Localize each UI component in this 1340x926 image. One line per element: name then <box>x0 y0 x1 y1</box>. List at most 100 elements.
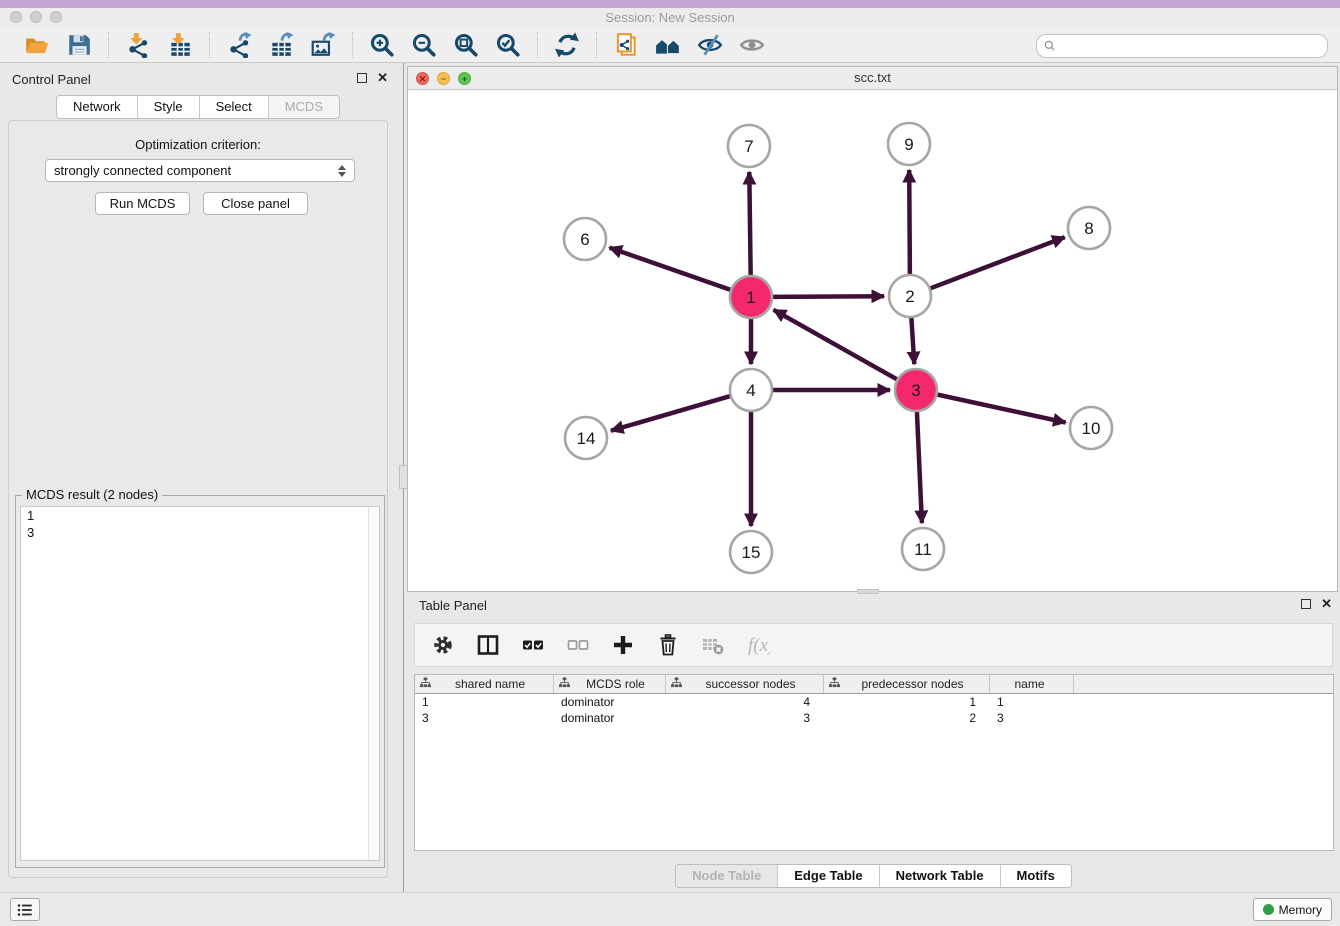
edge-3-10[interactable] <box>935 394 1066 423</box>
clone-network-icon[interactable] <box>611 31 641 59</box>
delete-row-icon[interactable] <box>654 631 682 659</box>
search-input[interactable] <box>1057 36 1327 56</box>
clear-checkboxes-icon[interactable] <box>564 631 592 659</box>
table-cell[interactable]: 1 <box>415 695 554 709</box>
column-header-MCDS-role[interactable]: MCDS role <box>554 675 666 693</box>
zoom-out-icon[interactable] <box>409 31 439 59</box>
gear-icon[interactable] <box>429 631 457 659</box>
search-box[interactable] <box>1036 34 1328 58</box>
table-panel-titlebar: Table Panel ✕ <box>407 595 1340 617</box>
function-builder-icon[interactable]: f(x) <box>744 631 772 659</box>
graph-node-14[interactable]: 14 <box>565 417 607 459</box>
run-mcds-button[interactable]: Run MCDS <box>95 192 190 215</box>
table-cell[interactable]: 1 <box>824 695 990 709</box>
save-session-icon[interactable] <box>64 31 94 59</box>
graph-node-8[interactable]: 8 <box>1068 207 1110 249</box>
show-graphics-details-icon[interactable] <box>695 31 725 59</box>
column-header-successor-nodes[interactable]: successor nodes <box>666 675 824 693</box>
table-cell[interactable]: 3 <box>990 711 1074 725</box>
table-cell[interactable]: 3 <box>666 711 824 725</box>
svg-text:14: 14 <box>577 429 596 448</box>
close-panel-icon[interactable]: ✕ <box>377 72 388 84</box>
float-panel-icon[interactable] <box>357 73 367 83</box>
export-network-icon[interactable] <box>224 31 254 59</box>
tab-select[interactable]: Select <box>199 96 268 118</box>
table-cell[interactable]: 3 <box>415 711 554 725</box>
tab-style[interactable]: Style <box>137 96 199 118</box>
status-bar: Memory <box>0 892 1340 926</box>
tab-network[interactable]: Network <box>57 96 137 118</box>
graph-node-3[interactable]: 3 <box>895 369 937 411</box>
edge-3-1[interactable] <box>774 310 900 381</box>
edge-3-11[interactable] <box>917 409 922 523</box>
network-window-titlebar[interactable]: ✕ − + scc.txt <box>408 67 1337 90</box>
optimization-criterion-select[interactable]: strongly connected component <box>45 159 355 182</box>
node-table[interactable]: shared nameMCDS rolesuccessor nodesprede… <box>414 674 1334 851</box>
mcds-home-icon[interactable] <box>653 31 683 59</box>
export-image-icon[interactable] <box>308 31 338 59</box>
close-table-panel-icon[interactable]: ✕ <box>1321 598 1332 610</box>
tab-motifs[interactable]: Motifs <box>1000 865 1071 887</box>
column-header-name[interactable]: name <box>990 675 1074 693</box>
float-table-panel-icon[interactable] <box>1301 599 1311 609</box>
zoom-selected-icon[interactable] <box>493 31 523 59</box>
import-network-icon[interactable] <box>123 31 153 59</box>
graph-node-2[interactable]: 2 <box>889 275 931 317</box>
result-scrollbar[interactable] <box>368 507 379 860</box>
svg-text:6: 6 <box>580 230 589 249</box>
edge-2-3[interactable] <box>911 315 914 364</box>
table-row[interactable]: 3dominator323 <box>415 710 1333 726</box>
close-panel-button[interactable]: Close panel <box>203 192 308 215</box>
svg-text:15: 15 <box>742 543 761 562</box>
add-row-icon[interactable] <box>609 631 637 659</box>
columns-view-icon[interactable] <box>474 631 502 659</box>
column-header-predecessor-nodes[interactable]: predecessor nodes <box>824 675 990 693</box>
table-cell[interactable]: dominator <box>554 695 666 709</box>
graph-node-7[interactable]: 7 <box>728 125 770 167</box>
graph-node-4[interactable]: 4 <box>730 369 772 411</box>
edge-4-14[interactable] <box>611 395 733 430</box>
table-tabs: Node TableEdge TableNetwork TableMotifs <box>675 864 1072 888</box>
edge-2-9[interactable] <box>909 170 910 277</box>
table-row[interactable]: 1dominator411 <box>415 694 1333 710</box>
graph-node-6[interactable]: 6 <box>564 218 606 260</box>
graph-node-9[interactable]: 9 <box>888 123 930 165</box>
tab-node-table[interactable]: Node Table <box>676 865 777 887</box>
table-cell[interactable]: dominator <box>554 711 666 725</box>
export-table-icon[interactable] <box>266 31 296 59</box>
task-history-button[interactable] <box>10 898 40 921</box>
tab-edge-table[interactable]: Edge Table <box>777 865 878 887</box>
table-header-row: shared nameMCDS rolesuccessor nodesprede… <box>415 675 1333 694</box>
hide-graphics-details-icon[interactable] <box>737 31 767 59</box>
network-canvas[interactable]: 7 9 6 8 1 2 4 3 14 10 15 11 <box>408 90 1337 591</box>
control-panel-tabs: NetworkStyleSelectMCDS <box>56 95 340 119</box>
select-all-checkboxes-icon[interactable] <box>519 631 547 659</box>
table-cell[interactable]: 4 <box>666 695 824 709</box>
graph-node-11[interactable]: 11 <box>902 528 944 570</box>
import-table-icon[interactable] <box>165 31 195 59</box>
result-line: 3 <box>21 524 379 541</box>
delete-table-icon[interactable] <box>699 631 727 659</box>
graph-node-15[interactable]: 15 <box>730 531 772 573</box>
zoom-in-icon[interactable] <box>367 31 397 59</box>
table-cell[interactable]: 2 <box>824 711 990 725</box>
edge-1-6[interactable] <box>610 248 734 291</box>
titlebar[interactable]: Session: New Session <box>0 8 1340 28</box>
zoom-fit-icon[interactable] <box>451 31 481 59</box>
mcds-result-text[interactable]: 13 <box>20 506 380 861</box>
vertical-split-divider[interactable] <box>396 63 407 892</box>
table-cell[interactable]: 1 <box>990 695 1074 709</box>
tab-mcds[interactable]: MCDS <box>268 96 339 118</box>
edge-2-8[interactable] <box>928 237 1065 289</box>
refresh-layout-icon[interactable] <box>552 31 582 59</box>
horizontal-divider-grip[interactable] <box>857 589 879 594</box>
column-header-shared-name[interactable]: shared name <box>415 675 554 693</box>
tab-network-table[interactable]: Network Table <box>879 865 1000 887</box>
memory-button[interactable]: Memory <box>1253 898 1332 921</box>
edge-1-7[interactable] <box>749 172 750 278</box>
open-file-icon[interactable] <box>22 31 52 59</box>
graph-node-10[interactable]: 10 <box>1070 407 1112 449</box>
graph-node-1[interactable]: 1 <box>730 276 772 318</box>
table-body: 1dominator4113dominator323 <box>415 694 1333 726</box>
edge-1-2[interactable] <box>770 296 884 297</box>
